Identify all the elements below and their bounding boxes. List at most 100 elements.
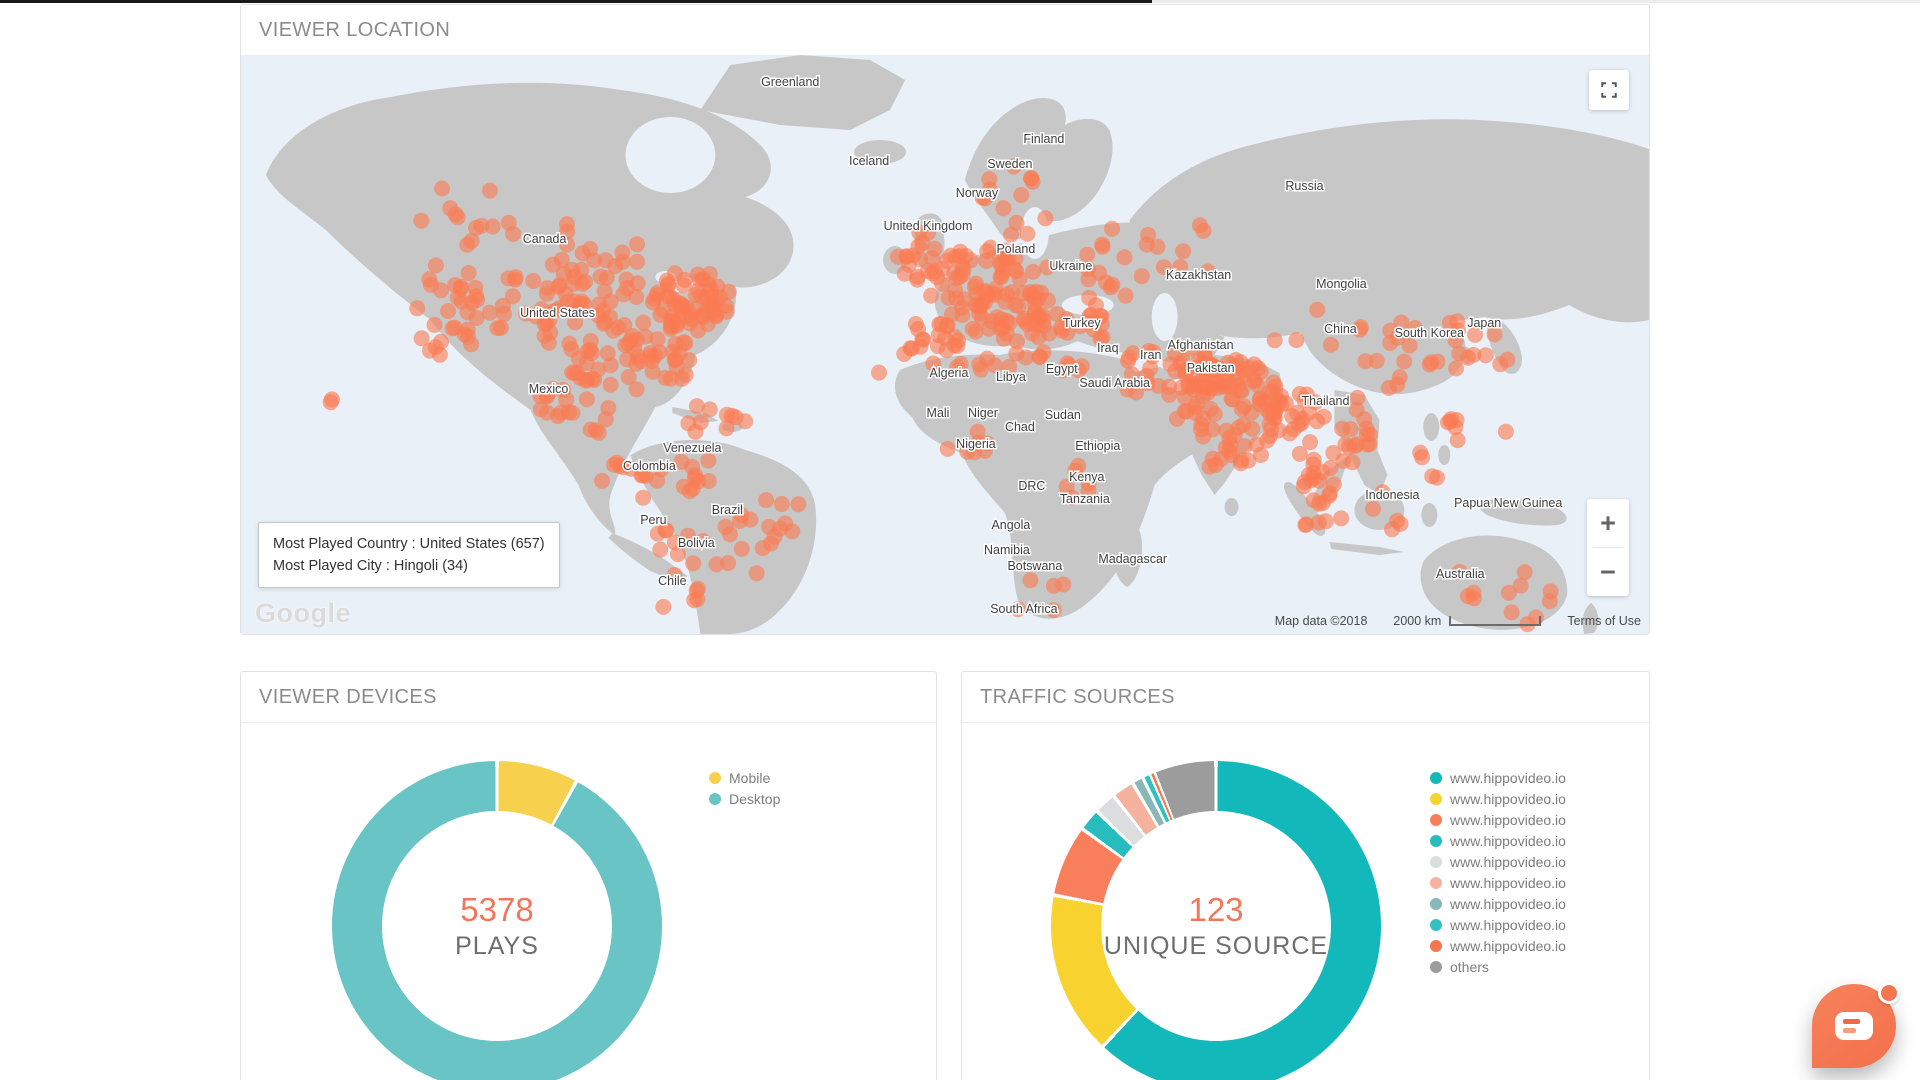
viewer-location-dot (721, 284, 737, 300)
viewer-location-dot (910, 321, 926, 337)
viewer-location-dot (1356, 411, 1372, 427)
legend-item[interactable]: www.hippovideo.io (1430, 914, 1566, 935)
legend-dot (1430, 919, 1442, 931)
country-label: Poland (996, 242, 1035, 256)
viewer-location-dot (1542, 593, 1558, 609)
viewer-devices-card: VIEWER DEVICES 5378 PLAYS MobileDesktop (240, 671, 937, 1080)
viewer-location-dot (1249, 377, 1265, 393)
google-map[interactable]: GreenlandIcelandFinlandSwedenNorwayUnite… (241, 55, 1649, 634)
viewer-location-dot (596, 316, 612, 332)
terms-of-use-link[interactable]: Terms of Use (1567, 614, 1641, 628)
legend-item[interactable]: Mobile (709, 767, 780, 788)
legend-item[interactable]: others (1430, 956, 1566, 977)
country-label: Iraq (1097, 341, 1119, 355)
viewer-location-dot (755, 540, 771, 556)
viewer-location-dot (1365, 501, 1381, 517)
viewer-location-dot (1267, 379, 1283, 395)
viewer-location-dot (1244, 421, 1260, 437)
viewer-location-dot (940, 317, 956, 333)
unique-source-count: 123 (1188, 891, 1243, 929)
viewer-location-dot (940, 441, 956, 457)
viewer-location-dot (482, 183, 498, 199)
viewer-location-dot (440, 303, 456, 319)
viewer-location-dot (545, 257, 561, 273)
legend-dot (1430, 793, 1442, 805)
traffic-sources-legend: www.hippovideo.iowww.hippovideo.iowww.hi… (1430, 767, 1566, 977)
viewer-location-dot (722, 526, 738, 542)
traffic-sources-donut[interactable]: 123 UNIQUE SOURCE (1051, 761, 1381, 1080)
legend-item[interactable]: www.hippovideo.io (1430, 830, 1566, 851)
viewer-location-dot (1517, 564, 1533, 580)
legend-item[interactable]: www.hippovideo.io (1430, 851, 1566, 872)
viewer-location-dot (1369, 353, 1385, 369)
country-label: South Africa (990, 602, 1057, 616)
viewer-location-dot (539, 405, 555, 421)
viewer-location-dot (1314, 464, 1330, 480)
viewer-location-dot (1430, 354, 1446, 370)
viewer-location-dot (677, 272, 693, 288)
viewer-location-dot (1359, 426, 1375, 442)
viewer-location-dot (1253, 447, 1269, 463)
viewer-devices-donut[interactable]: 5378 PLAYS (332, 761, 662, 1080)
map-zoom-out-button[interactable]: − (1587, 548, 1629, 596)
country-label: Angola (991, 518, 1030, 532)
viewer-location-dot (413, 213, 429, 229)
country-label: Kenya (1069, 470, 1104, 484)
viewer-location-dot (930, 338, 946, 354)
legend-item[interactable]: www.hippovideo.io (1430, 872, 1566, 893)
viewer-location-dot (493, 320, 509, 336)
legend-dot (1430, 856, 1442, 868)
chat-launcher-button[interactable] (1812, 984, 1896, 1068)
viewer-location-dot (1222, 430, 1238, 446)
viewer-location-dot (469, 292, 485, 308)
traffic-sources-donut-center: 123 UNIQUE SOURCE (1101, 811, 1331, 1041)
viewer-location-dot (685, 555, 701, 571)
chat-notification-badge (1878, 982, 1900, 1004)
legend-item[interactable]: www.hippovideo.io (1430, 893, 1566, 914)
viewer-location-dot (1019, 226, 1035, 242)
map-data-copyright: Map data ©2018 (1275, 614, 1368, 628)
legend-item[interactable]: www.hippovideo.io (1430, 809, 1566, 830)
viewer-location-dot (663, 313, 679, 329)
legend-label: www.hippovideo.io (1450, 791, 1566, 807)
viewer-location-dot (655, 599, 671, 615)
viewer-location-dot (409, 300, 425, 316)
country-label: Peru (640, 513, 666, 527)
viewer-location-dot (1104, 221, 1120, 237)
legend-dot (1430, 940, 1442, 952)
viewer-location-dot (482, 305, 498, 321)
viewer-location-dot (1292, 446, 1308, 462)
viewer-location-dot (663, 371, 679, 387)
viewer-devices-title: VIEWER DEVICES (259, 686, 437, 709)
viewer-location-dot (682, 483, 698, 499)
viewer-location-dot (1266, 402, 1282, 418)
viewer-location-dot (720, 555, 736, 571)
country-label: Botswana (1007, 559, 1062, 573)
viewer-location-dot (941, 290, 957, 306)
viewer-location-dot (645, 364, 661, 380)
google-logo[interactable]: Google (255, 598, 351, 629)
map-zoom-control: + − (1587, 499, 1629, 596)
tooltip-most-played-city: Most Played City : Hingoli (34) (273, 555, 545, 577)
legend-item[interactable]: www.hippovideo.io (1430, 788, 1566, 809)
viewer-location-dot (525, 273, 541, 289)
legend-item[interactable]: Desktop (709, 788, 780, 809)
viewer-location-dot (954, 300, 970, 316)
viewer-location-dot (635, 490, 651, 506)
country-label: Bolivia (678, 536, 715, 550)
country-label: Algeria (930, 366, 969, 380)
viewer-location-dot (450, 209, 466, 225)
legend-label: www.hippovideo.io (1450, 938, 1566, 954)
legend-item[interactable]: www.hippovideo.io (1430, 767, 1566, 788)
viewer-location-dot (1118, 288, 1134, 304)
viewer-location-dot (461, 265, 477, 281)
legend-item[interactable]: www.hippovideo.io (1430, 935, 1566, 956)
viewer-location-dot (1195, 429, 1211, 445)
unique-source-label: UNIQUE SOURCE (1104, 932, 1328, 961)
map-zoom-in-button[interactable]: + (1587, 499, 1629, 547)
map-fullscreen-button[interactable] (1589, 70, 1629, 110)
viewer-location-dot (1094, 237, 1110, 253)
legend-label: www.hippovideo.io (1450, 812, 1566, 828)
viewer-location-dot (585, 371, 601, 387)
viewer-location-dot (635, 315, 651, 331)
